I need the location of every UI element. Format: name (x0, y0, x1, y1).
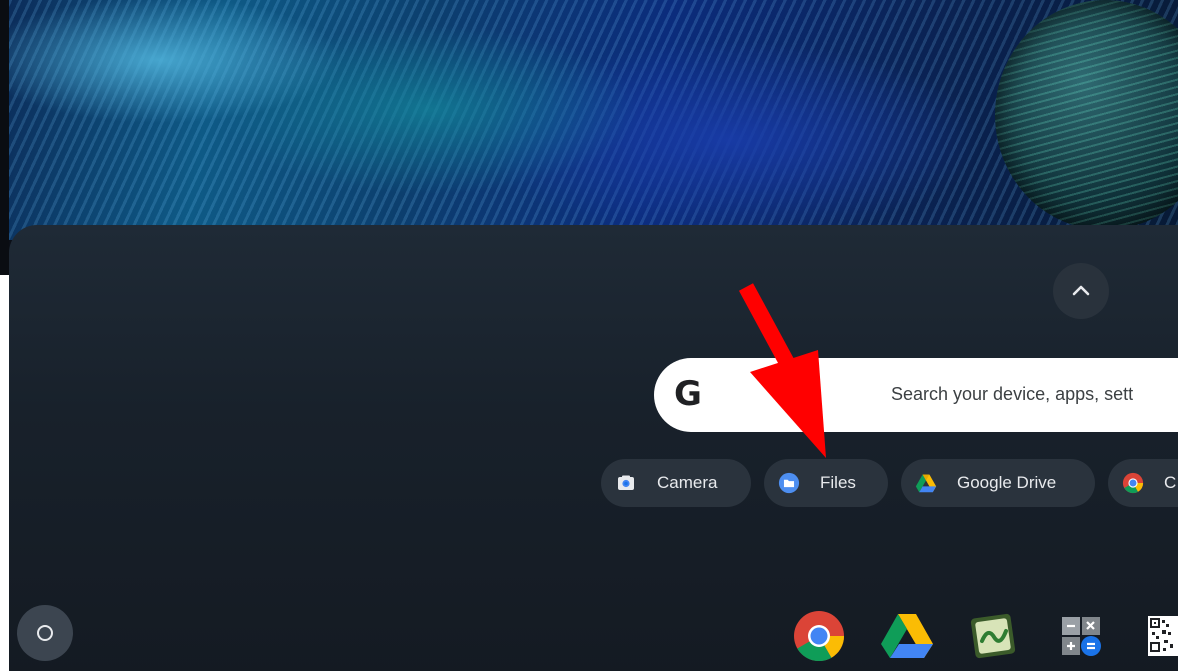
shelf-app-calculator[interactable] (1053, 608, 1109, 664)
google-drive-icon (915, 472, 937, 494)
suggestion-chip-chrome[interactable]: C (1108, 459, 1178, 507)
chip-label: C (1164, 473, 1177, 492)
shelf-app-qr[interactable] (1140, 608, 1178, 664)
green-app-icon (970, 613, 1016, 659)
qr-code-icon (1148, 616, 1178, 656)
chrome-icon (1122, 472, 1144, 494)
shelf-app-green[interactable] (965, 608, 1021, 664)
app-launcher-panel (9, 225, 1178, 671)
launcher-circle-icon (37, 625, 53, 641)
chip-label: Google Drive (957, 473, 1057, 492)
suggestion-chip-camera[interactable]: Camera (601, 459, 751, 507)
suggestion-chip-files[interactable]: Files (764, 459, 888, 507)
search-placeholder: Search your device, apps, sett (891, 384, 1134, 404)
chevron-up-icon (1072, 285, 1090, 296)
google-drive-icon (881, 614, 933, 658)
chip-label: Camera (657, 473, 718, 492)
camera-icon (615, 472, 637, 494)
launcher-search-box[interactable]: G Search your device, apps, sett (654, 358, 1178, 432)
chip-label: Files (820, 473, 856, 492)
launcher-button[interactable] (17, 605, 73, 661)
collapse-launcher-button[interactable] (1053, 263, 1109, 319)
shelf-app-google-drive[interactable] (879, 608, 935, 664)
shelf-app-chrome[interactable] (791, 608, 847, 664)
chromeos-screen: G Search your device, apps, sett Camera … (0, 0, 1178, 671)
window-edge (0, 0, 9, 671)
folder-icon (778, 472, 800, 494)
calculator-icon (1062, 617, 1101, 656)
suggestion-chip-google-drive[interactable]: Google Drive (901, 459, 1095, 507)
chrome-icon (794, 611, 845, 662)
google-g-icon: G (674, 374, 702, 414)
